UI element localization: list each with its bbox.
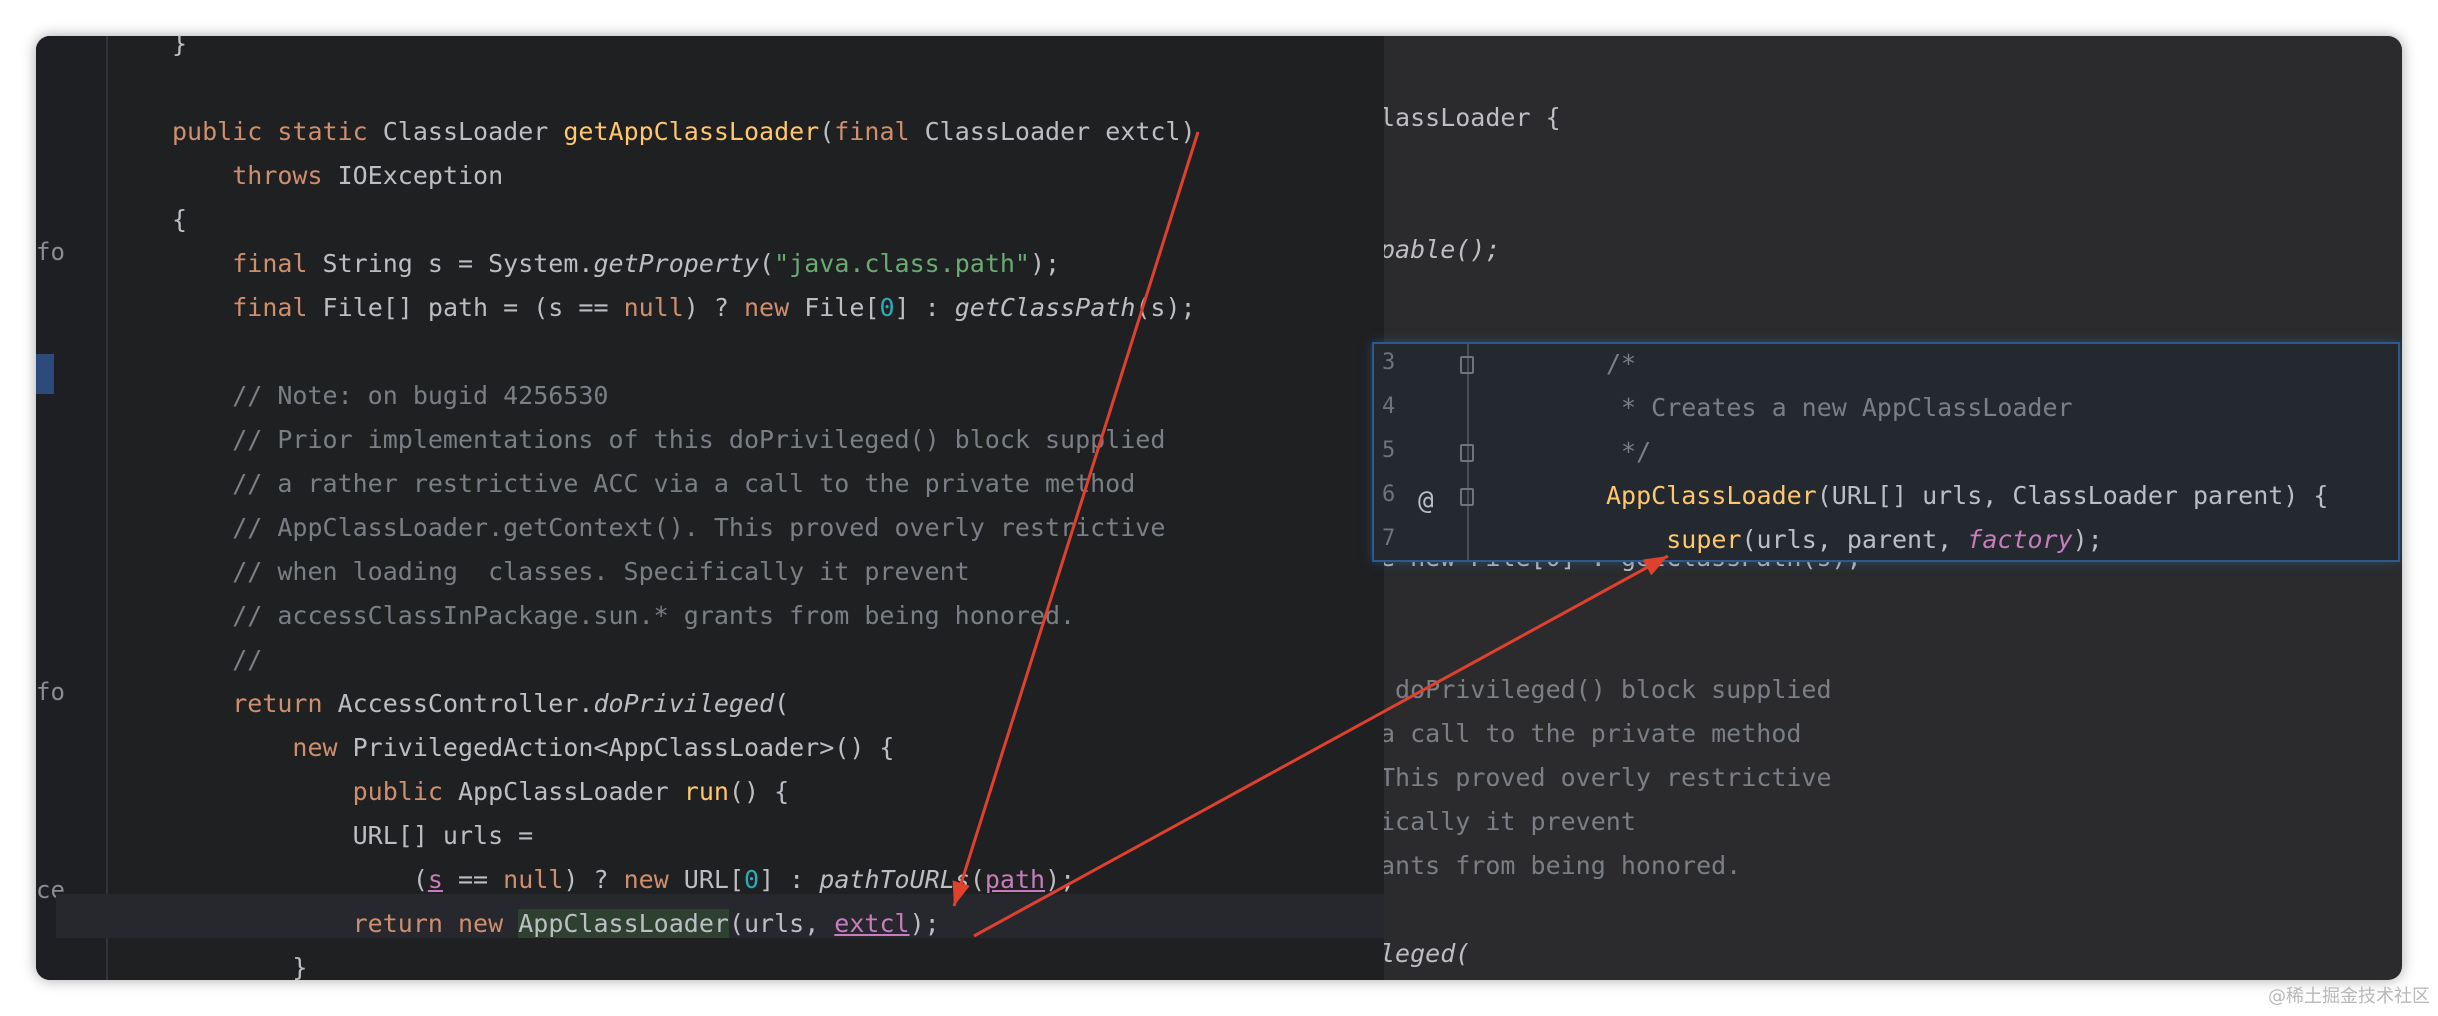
arrow-constructor-head [1642,556,1668,576]
arrow-extcl-line [952,131,1200,907]
watermark-text: @稀土掘金技术社区 [2268,986,2430,1007]
arrow-extcl-head [952,880,970,906]
ide-window: lassLoader { pable(); e new File[0] : ge… [36,36,2402,980]
arrow-constructor-line [973,554,1669,938]
annotation-arrows [952,131,1669,938]
